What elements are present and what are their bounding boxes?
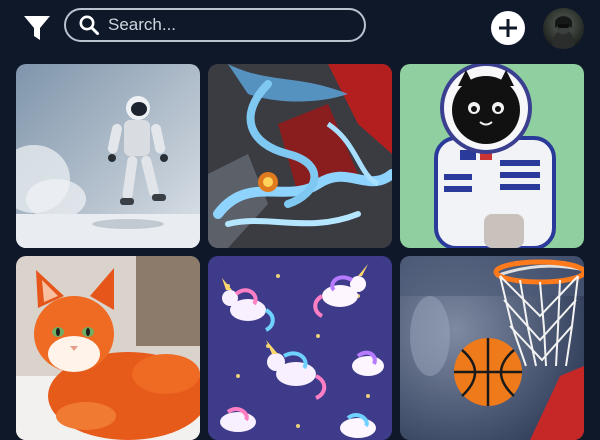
- plus-circle-icon: [499, 19, 517, 37]
- filter-icon[interactable]: [22, 13, 52, 43]
- orange-cat-image: [16, 256, 200, 440]
- gallery-card-unicorns[interactable]: [208, 256, 392, 440]
- gallery-card-swirl[interactable]: [208, 64, 392, 248]
- gallery-card-pixel-cat[interactable]: [400, 64, 584, 248]
- avatar[interactable]: [543, 8, 584, 49]
- gallery-card-basketball[interactable]: [400, 256, 584, 440]
- astronaut-image: [16, 64, 200, 248]
- swirl-image: [208, 64, 392, 248]
- top-toolbar: [0, 0, 600, 56]
- search-input[interactable]: [108, 15, 348, 35]
- basketball-hoop-image: [400, 256, 584, 440]
- search-bar: [64, 8, 366, 42]
- add-button[interactable]: [491, 11, 525, 45]
- search-icon: [78, 14, 100, 36]
- gallery-card-astronaut[interactable]: [16, 64, 200, 248]
- pixel-cat-astronaut-image: [400, 64, 584, 248]
- unicorn-pattern-image: [208, 256, 392, 440]
- user-avatar-icon: [543, 8, 584, 49]
- gallery-card-orange-cat[interactable]: [16, 256, 200, 440]
